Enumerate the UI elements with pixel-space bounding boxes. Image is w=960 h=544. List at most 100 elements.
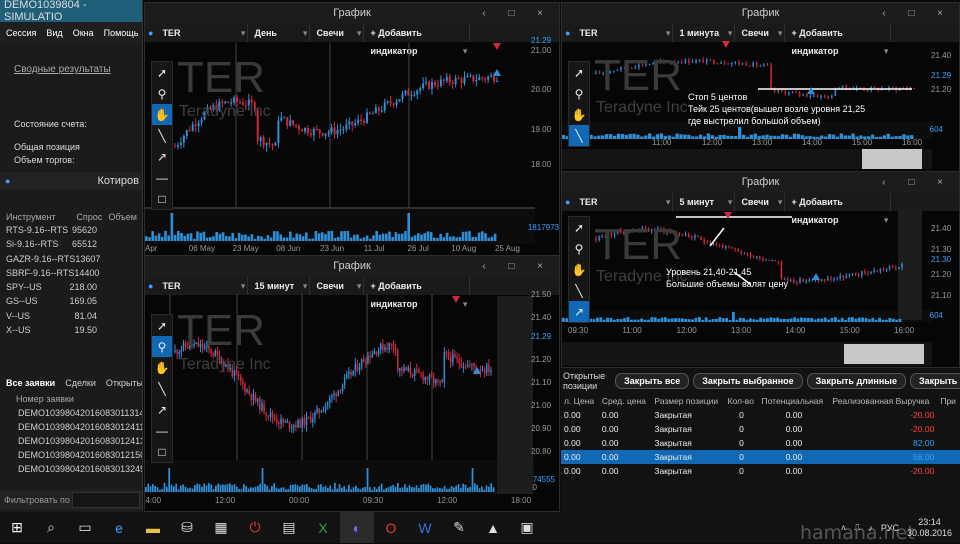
filter-input[interactable] [72,492,140,508]
zoom-icon[interactable]: ⚲ [569,83,589,104]
line-icon[interactable]: ╲ [152,125,172,146]
candle-body [383,102,386,111]
line-icon[interactable]: ╲ [152,378,172,399]
candle-body [256,398,259,402]
tab-open[interactable]: Открытые [106,378,142,388]
volume-bar [241,234,244,241]
close-short-button[interactable]: Закрыть кор [909,373,960,389]
rect-icon[interactable]: □ [152,188,172,209]
y-tick: 21.40 [931,224,952,233]
intraday-chart-canvas[interactable] [145,256,560,512]
quote-row[interactable]: V--US 81.04 [0,310,142,324]
quote-row[interactable]: Si-9.16--RTS 65512 [0,238,142,252]
note-line: Стоп 5 центов [688,92,748,102]
quote-row[interactable]: X--US 19.50 [0,324,142,338]
candle-body [752,62,754,67]
candle-body [410,95,413,97]
paint-icon[interactable]: ✎ [442,512,476,543]
hand-icon[interactable]: ✋ [569,259,589,280]
monitor-app-icon[interactable]: ▣ [510,512,544,543]
arrow-icon[interactable]: ↗ [569,301,589,322]
tab-trades[interactable]: Сделки [65,378,96,388]
candle-body [483,370,486,373]
tab-all-orders[interactable]: Все заявки [6,378,55,388]
arrow-icon[interactable]: ↗ [152,146,172,167]
candle-body [416,90,419,95]
calculator-icon[interactable]: ▤ [272,512,306,543]
position-row[interactable]: 0.00 0.00 Закрытая 0 0.00 -20.00 [561,422,960,436]
volume-bar [462,483,465,492]
order-row[interactable]: DEMO10398042016083012411 [18,422,142,436]
pointer-icon[interactable]: ➚ [152,62,172,83]
trading-app-icon[interactable]: ◐ [340,512,374,543]
candle-body [490,75,493,77]
menu-view[interactable]: Вид [46,28,62,38]
search-icon[interactable]: ⌕ [34,512,68,543]
candle-body [191,124,194,131]
x-tick: 15:00 [852,138,873,147]
position-row[interactable]: 0.00 0.00 Закрытая 0 0.00 82.00 [561,436,960,450]
quote-row[interactable]: SBRF-9.16--RTS 14400 [0,267,142,281]
task-view-icon[interactable]: ▭ [68,512,102,543]
line-icon[interactable]: ╲ [569,280,589,301]
volume-bar [164,230,167,241]
power-app-icon[interactable]: ⏻ [238,512,272,543]
daily-chart-canvas[interactable] [145,3,560,260]
quote-row[interactable]: RTS-9.16--RTS 95620 [0,224,142,238]
word-icon[interactable]: W [408,512,442,543]
order-row[interactable]: DEMO10398042016083012150 [18,450,142,464]
volume-bar [871,317,875,322]
pointer-icon[interactable]: ➚ [152,315,172,336]
candle-body [720,62,722,64]
close-all-button[interactable]: Закрыть все [615,373,690,389]
volume-bar [189,233,193,241]
photos-icon[interactable]: ▲ [476,512,510,543]
candle-body [284,421,287,423]
candle-body [885,268,888,271]
candle-body [342,129,345,131]
zoom-icon[interactable]: ⚲ [569,238,589,259]
opera-icon[interactable]: O [374,512,408,543]
menu-help[interactable]: Помощь [104,28,139,38]
close-selected-button[interactable]: Закрыть выбранное [693,373,803,389]
candle-body [460,78,463,84]
quote-row[interactable]: SPY--US 218.00 [0,281,142,295]
position-row[interactable]: 0.00 0.00 Закрытая 0 0.00 -20.00 [561,408,960,422]
menu-session[interactable]: Сессия [6,28,36,38]
store-icon[interactable]: ⛁ [170,512,204,543]
position-row[interactable]: 0.00 0.00 Закрытая 0 0.00 56.00 [561,450,960,464]
quote-instrument: SBRF-9.16--RTS [6,267,75,278]
windows-start-icon[interactable]: ⊞ [0,512,34,543]
orders-tabs: Все заявки Сделки Открытые [0,376,142,390]
excel-icon[interactable]: X [306,512,340,543]
edge-browser-icon[interactable]: e [102,512,136,543]
summary-link[interactable]: Сводные результаты [14,64,128,75]
close-long-button[interactable]: Закрыть длинные [806,373,906,389]
rect-icon[interactable]: □ [152,441,172,462]
file-explorer-icon[interactable]: ▬ [136,512,170,543]
zoom-icon[interactable]: ⚲ [152,336,172,357]
order-row[interactable]: DEMO10398042016083011314 [18,408,142,422]
volume-bar [362,487,364,492]
media-app-icon[interactable]: ▦ [204,512,238,543]
position-row[interactable]: 0.00 0.00 Закрытая 0 0.00 -20.00 [561,464,960,478]
menu-windows[interactable]: Окна [73,28,94,38]
hand-icon[interactable]: ✋ [152,104,172,125]
candle-body [842,275,845,279]
hline-icon[interactable]: — [152,420,172,441]
pointer-icon[interactable]: ➚ [569,217,589,238]
candle-body [891,266,894,268]
order-row[interactable]: DEMO10398042016083012413 [18,436,142,450]
hline-icon[interactable]: — [152,167,172,188]
pointer-icon[interactable]: ➚ [569,62,589,83]
quote-row[interactable]: GS--US 169.05 [0,295,142,309]
trade-note: Стоп 5 центов Тейк 25 центов(вышел возле… [688,91,865,127]
zoom-icon[interactable]: ⚲ [152,83,172,104]
hand-icon[interactable]: ✋ [569,104,589,125]
quote-row[interactable]: GAZR-9.16--RTS 13607 [0,253,142,267]
candle-body [365,362,367,364]
hand-icon[interactable]: ✋ [152,357,172,378]
volume-bar [793,317,796,322]
arrow-icon[interactable]: ↗ [152,399,172,420]
order-row[interactable]: DEMO10398042016083013245 [18,464,142,478]
